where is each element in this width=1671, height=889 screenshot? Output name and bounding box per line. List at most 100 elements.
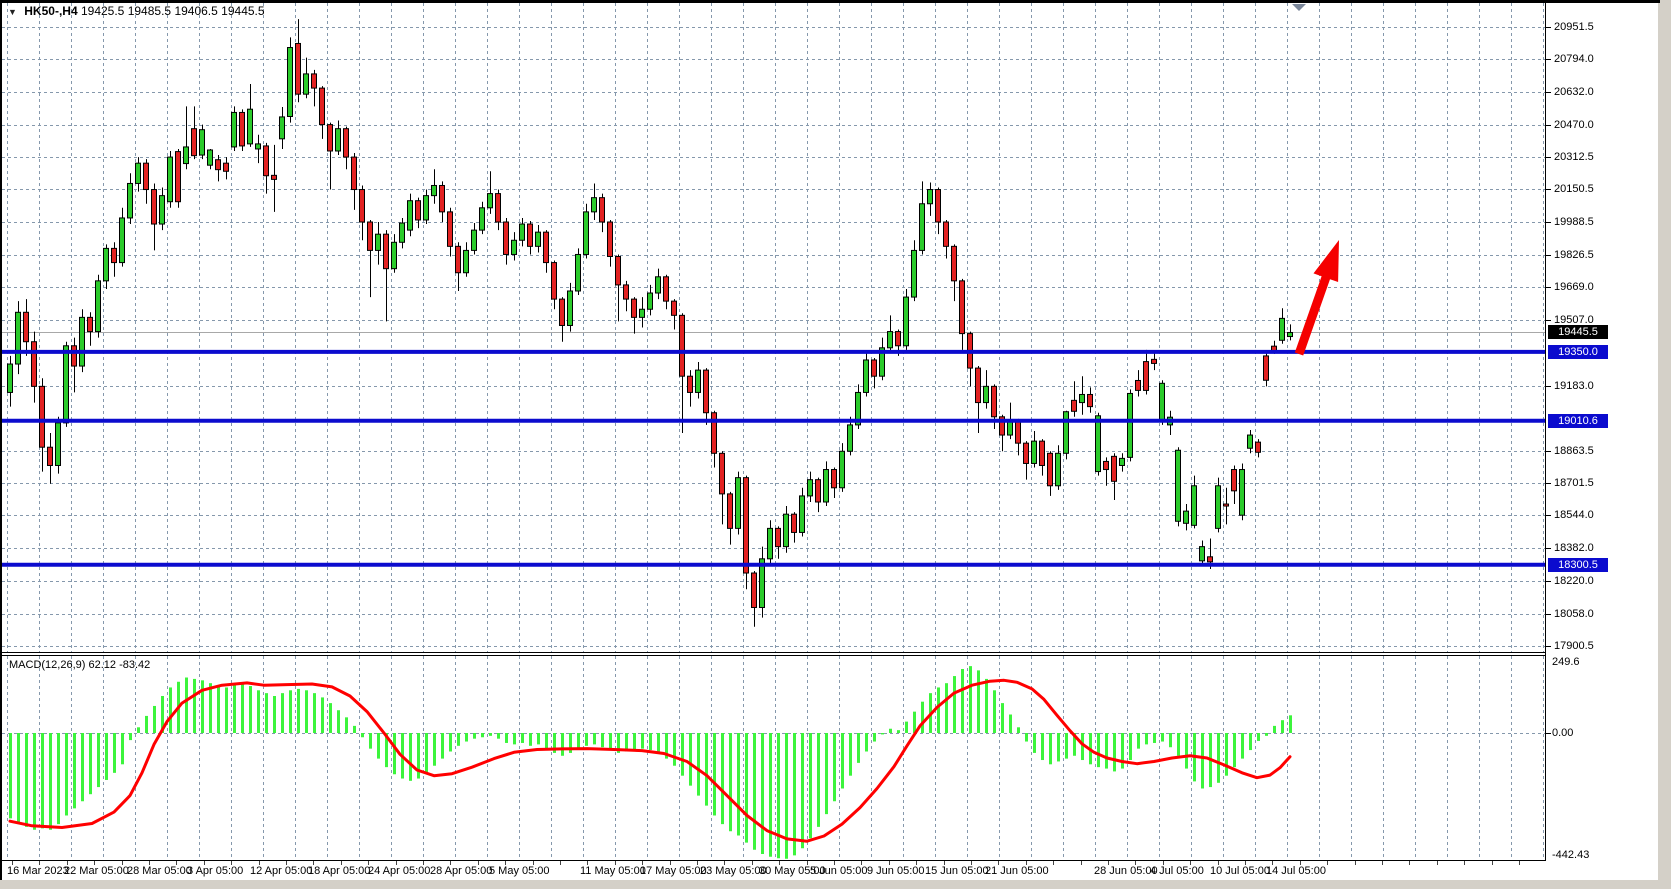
candle-bear[interactable] <box>504 222 509 254</box>
candle-bull[interactable] <box>1192 486 1197 526</box>
candle-bull[interactable] <box>16 312 21 364</box>
chart-shift-marker-icon[interactable] <box>1292 4 1306 11</box>
candle-bull[interactable] <box>56 423 61 466</box>
candle-bull[interactable] <box>200 130 205 155</box>
candle-bull[interactable] <box>432 185 437 195</box>
candle-bear[interactable] <box>416 201 421 220</box>
candle-bull[interactable] <box>424 196 429 220</box>
candle-bull[interactable] <box>640 309 645 317</box>
candle-bull[interactable] <box>464 250 469 272</box>
candle-bear[interactable] <box>224 163 229 171</box>
candle-bear[interactable] <box>816 480 821 502</box>
candle-bear[interactable] <box>152 190 157 224</box>
candle-bull[interactable] <box>920 204 925 251</box>
candle-bear[interactable] <box>1208 557 1213 562</box>
candle-bear[interactable] <box>552 263 557 300</box>
candle-bull[interactable] <box>592 198 597 212</box>
candle-bull[interactable] <box>848 425 853 451</box>
candle-bear[interactable] <box>992 386 997 416</box>
candle-bear[interactable] <box>1152 359 1157 363</box>
candle-bull[interactable] <box>800 496 805 533</box>
candle-bull[interactable] <box>136 163 141 183</box>
candle-bear[interactable] <box>440 185 445 211</box>
candle-bull[interactable] <box>912 250 917 297</box>
candle-bear[interactable] <box>872 360 877 376</box>
candle-bull[interactable] <box>784 514 789 546</box>
candle-bull[interactable] <box>64 346 69 423</box>
candle-bull[interactable] <box>1064 412 1069 454</box>
candle-bear[interactable] <box>1088 394 1093 406</box>
candle-bull[interactable] <box>208 150 213 165</box>
candle-bull[interactable] <box>1008 421 1013 435</box>
candle-bear[interactable] <box>720 453 725 494</box>
candle-bull[interactable] <box>568 291 573 325</box>
candle-bear[interactable] <box>24 312 29 341</box>
candle-bear[interactable] <box>496 194 501 222</box>
candle-bull[interactable] <box>96 281 101 332</box>
candle-bull[interactable] <box>808 480 813 496</box>
candle-bear[interactable] <box>752 573 757 607</box>
candle-bear[interactable] <box>48 447 53 465</box>
candle-bull[interactable] <box>1176 450 1181 521</box>
candle-bear[interactable] <box>216 160 221 170</box>
macd-indicator-canvas[interactable] <box>2 656 1545 860</box>
candle-bull[interactable] <box>232 112 237 146</box>
candle-bull[interactable] <box>248 109 253 144</box>
candle-bull[interactable] <box>280 117 285 139</box>
candle-bear[interactable] <box>40 386 45 447</box>
candle-bear[interactable] <box>192 129 197 156</box>
candle-bull[interactable] <box>1096 416 1101 472</box>
candle-bull[interactable] <box>736 478 741 529</box>
candle-bear[interactable] <box>1264 356 1269 380</box>
candle-bull[interactable] <box>1288 332 1293 336</box>
candle-bear[interactable] <box>960 281 965 334</box>
symbol-expander-icon[interactable]: ▼ <box>8 7 17 17</box>
candle-bear[interactable] <box>448 212 453 246</box>
candle-bear[interactable] <box>112 248 117 262</box>
candle-bull[interactable] <box>824 470 829 502</box>
candle-bear[interactable] <box>296 43 301 94</box>
candle-bear[interactable] <box>1104 461 1109 469</box>
candle-bear[interactable] <box>560 299 565 325</box>
candle-bear[interactable] <box>744 478 749 573</box>
candle-bull[interactable] <box>168 157 173 202</box>
candle-bear[interactable] <box>1112 456 1117 481</box>
candle-bear[interactable] <box>1016 421 1021 443</box>
candle-bull[interactable] <box>128 183 133 217</box>
candle-bull[interactable] <box>840 451 845 488</box>
candle-bull[interactable] <box>536 232 541 246</box>
candle-bull[interactable] <box>488 194 493 208</box>
price-axis-scale[interactable]: 20951.520794.020632.020470.020312.520150… <box>1545 3 1658 861</box>
candle-bear[interactable] <box>88 317 93 331</box>
candle-bull[interactable] <box>656 277 661 293</box>
price-chart-canvas[interactable] <box>2 3 1545 652</box>
candle-bull[interactable] <box>256 144 261 149</box>
candle-bear[interactable] <box>792 514 797 532</box>
candle-bear[interactable] <box>1224 504 1229 506</box>
candle-bull[interactable] <box>1056 453 1061 485</box>
candle-bear[interactable] <box>624 285 629 299</box>
candle-bear[interactable] <box>328 125 333 151</box>
candle-bear[interactable] <box>936 190 941 222</box>
candle-bear[interactable] <box>384 234 389 268</box>
candle-bull[interactable] <box>1248 435 1253 448</box>
candle-bear[interactable] <box>368 222 373 250</box>
candle-bear[interactable] <box>272 175 277 179</box>
candle-bear[interactable] <box>240 112 245 145</box>
candle-bull[interactable] <box>120 218 125 263</box>
candle-bear[interactable] <box>544 232 549 262</box>
candle-bull[interactable] <box>864 360 869 392</box>
candle-bear[interactable] <box>360 190 365 222</box>
candle-bear[interactable] <box>1256 442 1261 452</box>
candle-bear[interactable] <box>352 157 357 189</box>
candle-bull[interactable] <box>576 254 581 291</box>
candle-bear[interactable] <box>688 376 693 392</box>
candle-bear[interactable] <box>528 224 533 246</box>
candle-bull[interactable] <box>1280 318 1285 340</box>
candle-bull[interactable] <box>1184 511 1189 523</box>
time-axis-scale[interactable]: 16 Mar 202322 Mar 05:0028 Mar 05:003 Apr… <box>2 861 1658 880</box>
candle-bull[interactable] <box>1032 441 1037 463</box>
candle-bull[interactable] <box>904 297 909 346</box>
candle-bear[interactable] <box>672 301 677 315</box>
candle-bear[interactable] <box>1072 400 1077 411</box>
